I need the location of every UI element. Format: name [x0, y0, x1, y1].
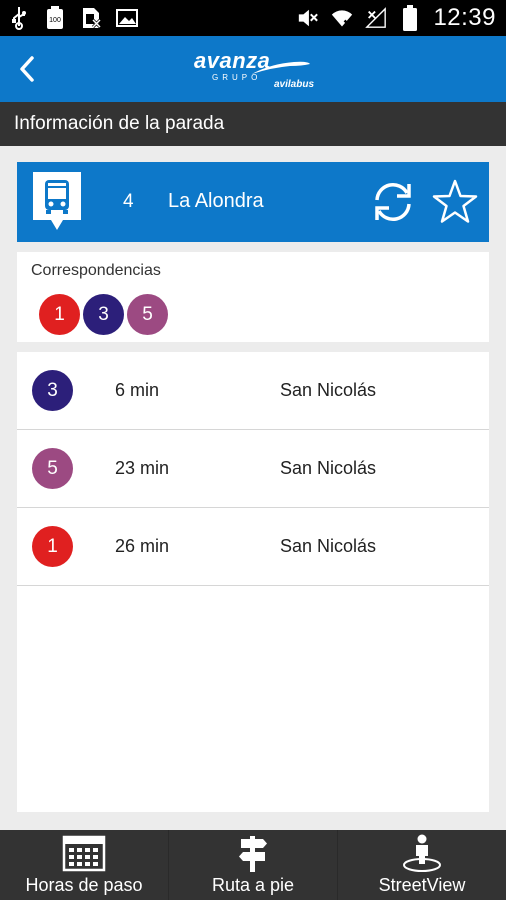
notification-icons: 100 — [8, 6, 138, 30]
nav-label: Ruta a pie — [211, 875, 295, 895]
status-bar: 100 12:39 — [0, 0, 506, 36]
clock: 12:39 — [433, 4, 496, 31]
line-badge: 1 — [32, 526, 73, 567]
arrival-destination: San Nicolás — [280, 458, 377, 478]
person-map-icon — [403, 834, 441, 872]
battery-percentage: 100 — [49, 17, 61, 24]
nav-streetview[interactable]: StreetView — [337, 830, 506, 900]
arrival-row[interactable]: 3 6 min San Nicolás — [17, 352, 489, 430]
correspondences-card: Correspondencias 1 3 5 — [17, 252, 489, 342]
correspondences-lines: 1 3 5 — [39, 294, 168, 335]
stop-card: 4 La Alondra — [17, 162, 489, 242]
bottom-navigation: Horas de paso Ruta a pie StreetView — [0, 830, 506, 900]
bus-stop-pin-icon — [33, 172, 81, 232]
image-icon — [116, 6, 138, 30]
sim-error-icon — [80, 6, 102, 30]
nav-ruta-a-pie[interactable]: Ruta a pie — [168, 830, 337, 900]
battery-full-icon: 100 — [44, 6, 66, 30]
stop-number: 4 — [123, 191, 134, 212]
nav-horas-de-paso[interactable]: Horas de paso — [0, 830, 168, 900]
line-badge: 3 — [32, 370, 73, 411]
stop-name: La Alondra — [168, 190, 264, 212]
arrival-destination: San Nicolás — [280, 380, 377, 400]
chevron-left-icon — [20, 56, 34, 82]
page-title: Información de la parada — [0, 102, 506, 146]
arrivals-list: 3 6 min San Nicolás 5 23 min San Nicolás… — [17, 352, 489, 812]
avanza-avilabus-logo: avanza GRUPO avilabus — [190, 46, 330, 94]
correspondences-title: Correspondencias — [31, 262, 161, 279]
line-badge[interactable]: 5 — [127, 294, 168, 335]
line-badge[interactable]: 3 — [83, 294, 124, 335]
arrival-row[interactable]: 5 23 min San Nicolás — [17, 430, 489, 508]
logo-sub: avilabus — [274, 79, 315, 90]
battery-icon — [399, 5, 421, 31]
favorite-button[interactable] — [431, 178, 479, 226]
line-badge: 5 — [32, 448, 73, 489]
app-bar: avanza GRUPO avilabus — [0, 36, 506, 102]
nav-label: StreetView — [378, 875, 466, 895]
system-icons: 12:39 — [297, 4, 496, 32]
back-button[interactable] — [10, 50, 44, 88]
arrival-time: 6 min — [115, 380, 160, 400]
logo-group: GRUPO — [212, 73, 262, 82]
refresh-button[interactable] — [371, 180, 415, 224]
mute-icon — [297, 6, 319, 30]
arrival-time: 26 min — [115, 536, 170, 556]
arrival-destination: San Nicolás — [280, 536, 377, 556]
signpost-icon — [239, 836, 267, 872]
refresh-icon — [375, 183, 411, 221]
arrival-row[interactable]: 1 26 min San Nicolás — [17, 508, 489, 586]
wifi-icon — [331, 6, 353, 30]
arrival-time: 23 min — [115, 458, 170, 478]
usb-icon — [8, 6, 30, 30]
signal-off-icon — [365, 6, 387, 30]
calendar-icon — [62, 835, 106, 872]
nav-label: Horas de paso — [25, 875, 143, 895]
line-badge[interactable]: 1 — [39, 294, 80, 335]
star-icon — [432, 179, 478, 223]
